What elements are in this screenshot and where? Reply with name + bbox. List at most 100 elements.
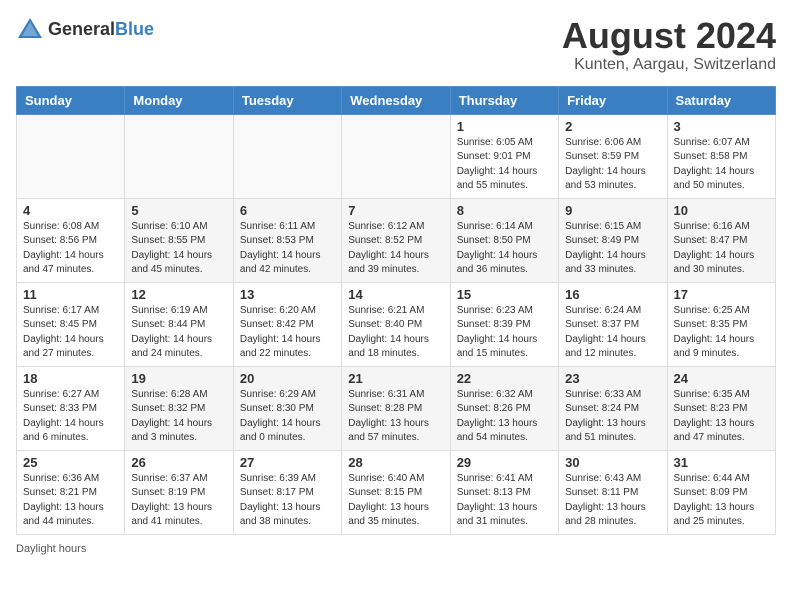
day-info: Sunrise: 6:40 AM Sunset: 8:15 PM Dayligh… [348, 472, 443, 530]
calendar-cell: 28 Sunrise: 6:40 AM Sunset: 8:15 PM Dayli… [342, 450, 450, 534]
day-info: Sunrise: 6:31 AM Sunset: 8:28 PM Dayligh… [348, 388, 443, 446]
day-number: 15 [457, 287, 552, 302]
month-title: August 2024 [562, 16, 776, 56]
calendar-cell: 12 Sunrise: 6:19 AM Sunset: 8:44 PM Dayli… [125, 282, 233, 366]
calendar-cell: 4Sunrise: 6:08 AM Sunset: 8:56 PM Daylig… [17, 198, 125, 282]
day-info: Sunrise: 6:41 AM Sunset: 8:13 PM Dayligh… [457, 472, 552, 530]
calendar-cell: 16 Sunrise: 6:24 AM Sunset: 8:37 PM Dayli… [559, 282, 667, 366]
day-of-week-header: Saturday [667, 86, 775, 114]
calendar-cell: 24 Sunrise: 6:35 AM Sunset: 8:23 PM Dayli… [667, 366, 775, 450]
day-number: 14 [348, 287, 443, 302]
day-info: Sunrise: 6:15 AM Sunset: 8:49 PM Dayligh… [565, 220, 660, 278]
calendar-cell: 23Sunrise: 6:33 AM Sunset: 8:24 PM Dayli… [559, 366, 667, 450]
day-number: 28 [348, 455, 443, 470]
day-number: 19 [131, 371, 226, 386]
day-of-week-header: Sunday [17, 86, 125, 114]
day-info: Sunrise: 6:16 AM Sunset: 8:47 PM Dayligh… [674, 220, 769, 278]
day-info: Sunrise: 6:44 AM Sunset: 8:09 PM Dayligh… [674, 472, 769, 530]
day-info: Sunrise: 6:06 AM Sunset: 8:59 PM Dayligh… [565, 136, 660, 194]
day-number: 10 [674, 203, 769, 218]
calendar-cell: 10 Sunrise: 6:16 AM Sunset: 8:47 PM Dayli… [667, 198, 775, 282]
title-area: August 2024 Kunten, Aargau, Switzerland [562, 16, 776, 74]
day-info: Sunrise: 6:24 AM Sunset: 8:37 PM Dayligh… [565, 304, 660, 362]
day-number: 25 [23, 455, 118, 470]
header: GeneralBlue August 2024 Kunten, Aargau, … [16, 16, 776, 74]
day-info: Sunrise: 6:33 AM Sunset: 8:24 PM Dayligh… [565, 388, 660, 446]
day-number: 6 [240, 203, 335, 218]
day-number: 20 [240, 371, 335, 386]
day-info: Sunrise: 6:05 AM Sunset: 9:01 PM Dayligh… [457, 136, 552, 194]
calendar-cell: 19Sunrise: 6:28 AM Sunset: 8:32 PM Dayli… [125, 366, 233, 450]
day-number: 26 [131, 455, 226, 470]
day-info: Sunrise: 6:43 AM Sunset: 8:11 PM Dayligh… [565, 472, 660, 530]
day-number: 29 [457, 455, 552, 470]
day-info: Sunrise: 6:36 AM Sunset: 8:21 PM Dayligh… [23, 472, 118, 530]
day-info: Sunrise: 6:07 AM Sunset: 8:58 PM Dayligh… [674, 136, 769, 194]
day-number: 13 [240, 287, 335, 302]
day-of-week-header: Thursday [450, 86, 558, 114]
calendar-cell: 13 Sunrise: 6:20 AM Sunset: 8:42 PM Dayli… [233, 282, 341, 366]
day-number: 3 [674, 119, 769, 134]
calendar-cell: 21 Sunrise: 6:31 AM Sunset: 8:28 PM Dayli… [342, 366, 450, 450]
calendar-cell: 22Sunrise: 6:32 AM Sunset: 8:26 PM Dayli… [450, 366, 558, 450]
day-number: 24 [674, 371, 769, 386]
day-number: 8 [457, 203, 552, 218]
day-info: Sunrise: 6:20 AM Sunset: 8:42 PM Dayligh… [240, 304, 335, 362]
calendar-cell: 2 Sunrise: 6:06 AM Sunset: 8:59 PM Daylig… [559, 114, 667, 198]
logo-icon [16, 16, 44, 44]
logo-text-blue: Blue [115, 19, 154, 39]
day-info: Sunrise: 6:14 AM Sunset: 8:50 PM Dayligh… [457, 220, 552, 278]
day-info: Sunrise: 6:21 AM Sunset: 8:40 PM Dayligh… [348, 304, 443, 362]
day-of-week-header: Wednesday [342, 86, 450, 114]
day-of-week-header: Tuesday [233, 86, 341, 114]
day-info: Sunrise: 6:19 AM Sunset: 8:44 PM Dayligh… [131, 304, 226, 362]
calendar-cell: 20Sunrise: 6:29 AM Sunset: 8:30 PM Dayli… [233, 366, 341, 450]
day-number: 2 [565, 119, 660, 134]
calendar-cell: 3 Sunrise: 6:07 AM Sunset: 8:58 PM Daylig… [667, 114, 775, 198]
calendar-cell [17, 114, 125, 198]
day-number: 18 [23, 371, 118, 386]
calendar-cell: 17 Sunrise: 6:25 AM Sunset: 8:35 PM Dayli… [667, 282, 775, 366]
calendar-cell: 14 Sunrise: 6:21 AM Sunset: 8:40 PM Dayli… [342, 282, 450, 366]
calendar-cell [233, 114, 341, 198]
calendar-cell: 8 Sunrise: 6:14 AM Sunset: 8:50 PM Daylig… [450, 198, 558, 282]
day-of-week-header: Monday [125, 86, 233, 114]
calendar-cell: 18 Sunrise: 6:27 AM Sunset: 8:33 PM Dayli… [17, 366, 125, 450]
day-number: 16 [565, 287, 660, 302]
calendar: SundayMondayTuesdayWednesdayThursdayFrid… [16, 86, 776, 535]
day-info: Sunrise: 6:35 AM Sunset: 8:23 PM Dayligh… [674, 388, 769, 446]
calendar-cell: 31 Sunrise: 6:44 AM Sunset: 8:09 PM Dayli… [667, 450, 775, 534]
calendar-cell: 15 Sunrise: 6:23 AM Sunset: 8:39 PM Dayli… [450, 282, 558, 366]
day-info: Sunrise: 6:23 AM Sunset: 8:39 PM Dayligh… [457, 304, 552, 362]
day-number: 1 [457, 119, 552, 134]
day-info: Sunrise: 6:39 AM Sunset: 8:17 PM Dayligh… [240, 472, 335, 530]
day-number: 9 [565, 203, 660, 218]
calendar-cell: 27 Sunrise: 6:39 AM Sunset: 8:17 PM Dayli… [233, 450, 341, 534]
calendar-cell: 9 Sunrise: 6:15 AM Sunset: 8:49 PM Daylig… [559, 198, 667, 282]
calendar-cell: 11Sunrise: 6:17 AM Sunset: 8:45 PM Dayli… [17, 282, 125, 366]
calendar-cell [125, 114, 233, 198]
day-info: Sunrise: 6:27 AM Sunset: 8:33 PM Dayligh… [23, 388, 118, 446]
day-info: Sunrise: 6:12 AM Sunset: 8:52 PM Dayligh… [348, 220, 443, 278]
calendar-cell [342, 114, 450, 198]
calendar-cell: 25 Sunrise: 6:36 AM Sunset: 8:21 PM Dayli… [17, 450, 125, 534]
calendar-cell: 5Sunrise: 6:10 AM Sunset: 8:55 PM Daylig… [125, 198, 233, 282]
day-number: 21 [348, 371, 443, 386]
day-number: 27 [240, 455, 335, 470]
logo: GeneralBlue [16, 16, 154, 44]
day-number: 22 [457, 371, 552, 386]
calendar-cell: 1 Sunrise: 6:05 AM Sunset: 9:01 PM Daylig… [450, 114, 558, 198]
day-number: 31 [674, 455, 769, 470]
day-info: Sunrise: 6:10 AM Sunset: 8:55 PM Dayligh… [131, 220, 226, 278]
day-info: Sunrise: 6:25 AM Sunset: 8:35 PM Dayligh… [674, 304, 769, 362]
calendar-cell: 30 Sunrise: 6:43 AM Sunset: 8:11 PM Dayli… [559, 450, 667, 534]
calendar-cell: 6 Sunrise: 6:11 AM Sunset: 8:53 PM Daylig… [233, 198, 341, 282]
day-number: 17 [674, 287, 769, 302]
day-number: 4 [23, 203, 118, 218]
location-title: Kunten, Aargau, Switzerland [562, 56, 776, 74]
day-number: 30 [565, 455, 660, 470]
day-number: 12 [131, 287, 226, 302]
logo-text-general: General [48, 19, 115, 39]
day-info: Sunrise: 6:11 AM Sunset: 8:53 PM Dayligh… [240, 220, 335, 278]
day-info: Sunrise: 6:37 AM Sunset: 8:19 PM Dayligh… [131, 472, 226, 530]
